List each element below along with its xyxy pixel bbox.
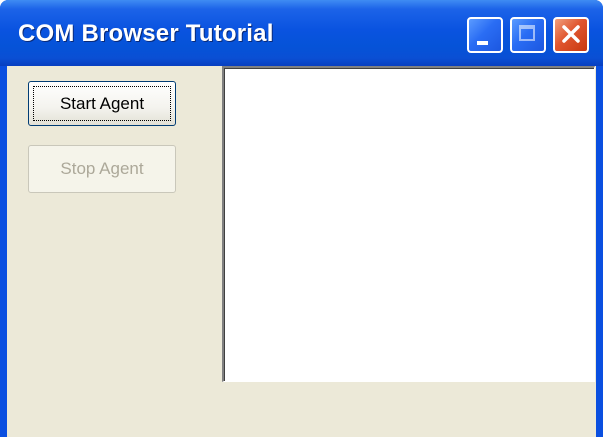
close-icon [562,25,580,43]
maximize-icon [519,25,535,41]
window-title: COM Browser Tutorial [18,20,274,47]
minimize-icon [477,41,488,45]
app-window: COM Browser Tutorial Start Agent Stop Ag… [0,0,603,437]
stop-agent-button: Stop Agent [28,145,176,193]
client-area: Start Agent Stop Agent [7,66,596,437]
stop-agent-label: Stop Agent [60,159,144,178]
minimize-button[interactable] [467,17,503,53]
close-button[interactable] [553,17,589,53]
browser-content [224,68,594,381]
title-bar[interactable]: COM Browser Tutorial [0,0,603,66]
start-agent-label: Start Agent [59,94,145,113]
start-agent-button[interactable]: Start Agent [28,81,176,126]
maximize-button [510,17,546,53]
browser-view[interactable] [222,66,595,382]
